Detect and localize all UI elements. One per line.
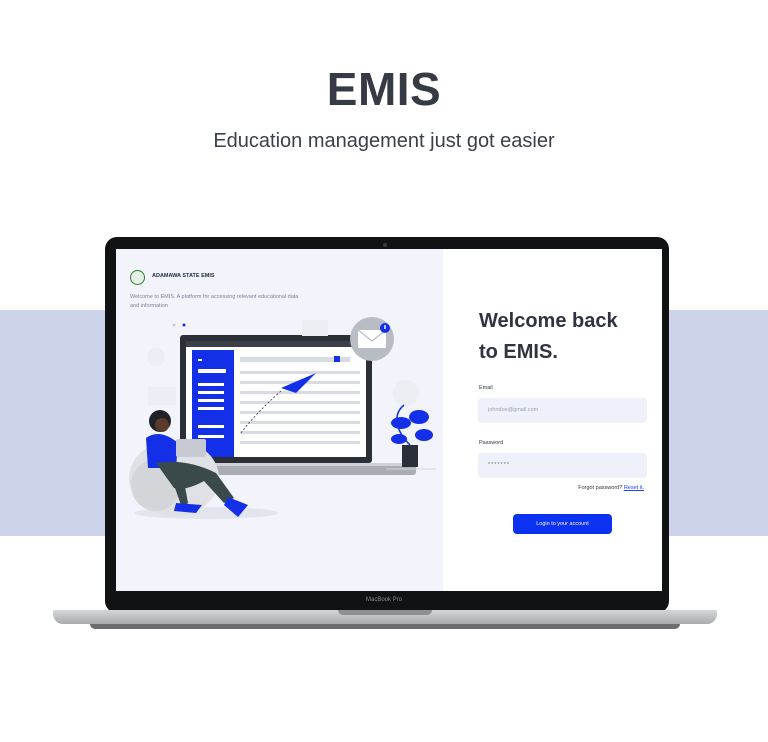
tagline: Welcome to EMIS. A platform for accessin… (130, 294, 299, 309)
forgot-password: Forgot password? Reset it. (578, 485, 644, 491)
login-heading: Welcome back to EMIS. (479, 306, 649, 368)
hero-subtitle: Education management just got easier (213, 130, 555, 152)
reset-link[interactable]: Reset it. (624, 485, 644, 491)
login-panel: Welcome back to EMIS. Email johndoe@gmai… (443, 249, 662, 591)
logo-text: ADAMAWA STATE EMIS (152, 273, 215, 279)
login-illustration (129, 317, 436, 519)
password-label: Password (479, 440, 504, 446)
laptop-notch (338, 610, 432, 615)
camera (383, 243, 387, 247)
laptop-foot (90, 624, 680, 629)
forgot-password-text: Forgot password? (578, 485, 623, 491)
login-heading-line2: to EMIS. (479, 341, 558, 363)
email-field[interactable]: johndoe@gmail.com (478, 398, 647, 423)
login-heading-line1: Welcome back (479, 310, 618, 332)
laptop-screen: ADAMAWA STATE EMIS Welcome to EMIS. A pl… (116, 249, 662, 591)
password-field[interactable]: ******* (478, 453, 647, 478)
state-logo-icon (130, 270, 145, 285)
login-button[interactable]: Login to your account (513, 514, 612, 534)
hero-title: EMIS (326, 63, 442, 115)
device-model-label: MacBook Pro (365, 597, 402, 603)
email-label: Email (479, 385, 493, 391)
left-panel: ADAMAWA STATE EMIS Welcome to EMIS. A pl… (116, 249, 443, 591)
